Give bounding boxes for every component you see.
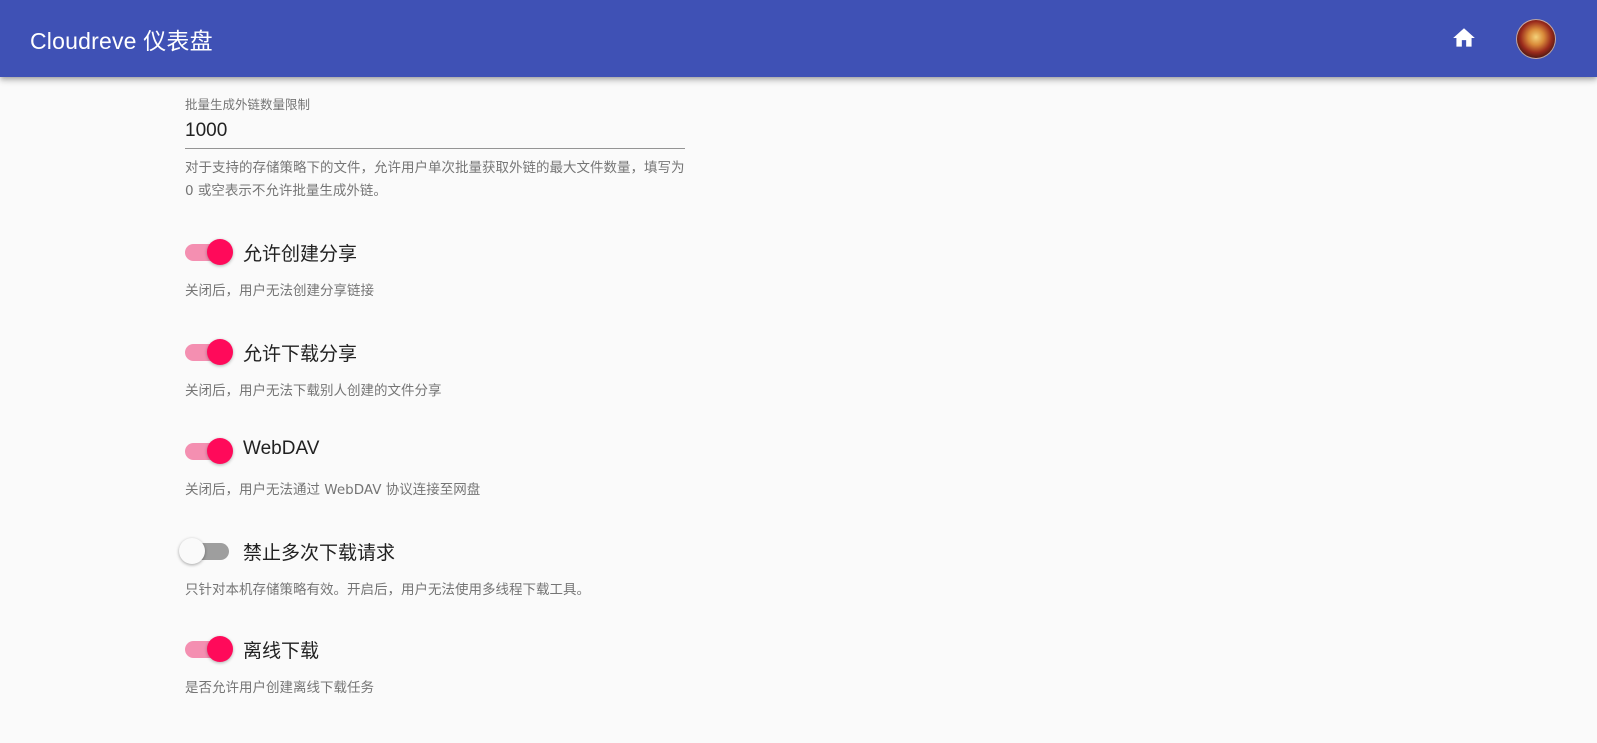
allow-download-share-label: 允许下载分享	[243, 344, 358, 365]
webdav-label: WebDAV	[243, 438, 320, 459]
batch-link-limit-help: 对于支持的存储策略下的文件，允许用户单次批量获取外链的最大文件数量，填写为 0 …	[185, 160, 685, 199]
forbid-multi-download-switch[interactable]	[179, 536, 233, 566]
switch-thumb	[207, 438, 233, 464]
switch-thumb	[207, 239, 233, 265]
switch-thumb	[207, 636, 233, 662]
offline-download-help: 是否允许用户创建离线下载任务	[185, 680, 374, 696]
switch-thumb	[179, 538, 205, 564]
user-avatar[interactable]	[1516, 19, 1556, 59]
setting-allow-download-share: 允许下载分享 关闭后，用户无法下载别人创建的文件分享	[185, 337, 785, 407]
home-icon	[1453, 28, 1475, 47]
app-title: Cloudreve 仪表盘	[30, 28, 213, 54]
batch-link-limit-input[interactable]	[185, 114, 685, 149]
setting-allow-create-share: 允许创建分享 关闭后，用户无法创建分享链接	[185, 237, 785, 307]
switch-thumb	[207, 339, 233, 365]
setting-webdav: WebDAV 关闭后，用户无法通过 WebDAV 协议连接至网盘	[185, 436, 785, 506]
forbid-multi-download-label: 禁止多次下载请求	[243, 543, 396, 564]
allow-create-share-help: 关闭后，用户无法创建分享链接	[185, 283, 374, 299]
home-button[interactable]	[1448, 22, 1480, 54]
offline-download-label: 离线下载	[243, 641, 320, 662]
allow-create-share-label: 允许创建分享	[243, 244, 358, 265]
webdav-help: 关闭后，用户无法通过 WebDAV 协议连接至网盘	[185, 482, 481, 498]
setting-forbid-multi-download: 禁止多次下载请求 只针对本机存储策略有效。开启后，用户无法使用多线程下载工具。	[179, 536, 785, 606]
allow-create-share-switch[interactable]	[181, 237, 233, 267]
forbid-multi-download-help: 只针对本机存储策略有效。开启后，用户无法使用多线程下载工具。	[185, 582, 590, 598]
allow-download-share-help: 关闭后，用户无法下载别人创建的文件分享	[185, 383, 442, 399]
offline-download-switch[interactable]	[181, 634, 233, 664]
allow-download-share-switch[interactable]	[181, 337, 233, 367]
setting-offline-download: 离线下载 是否允许用户创建离线下载任务	[185, 634, 785, 704]
app-bar: Cloudreve 仪表盘	[0, 0, 1597, 77]
batch-link-limit-label: 批量生成外链数量限制	[185, 97, 311, 112]
webdav-switch[interactable]	[181, 436, 233, 466]
